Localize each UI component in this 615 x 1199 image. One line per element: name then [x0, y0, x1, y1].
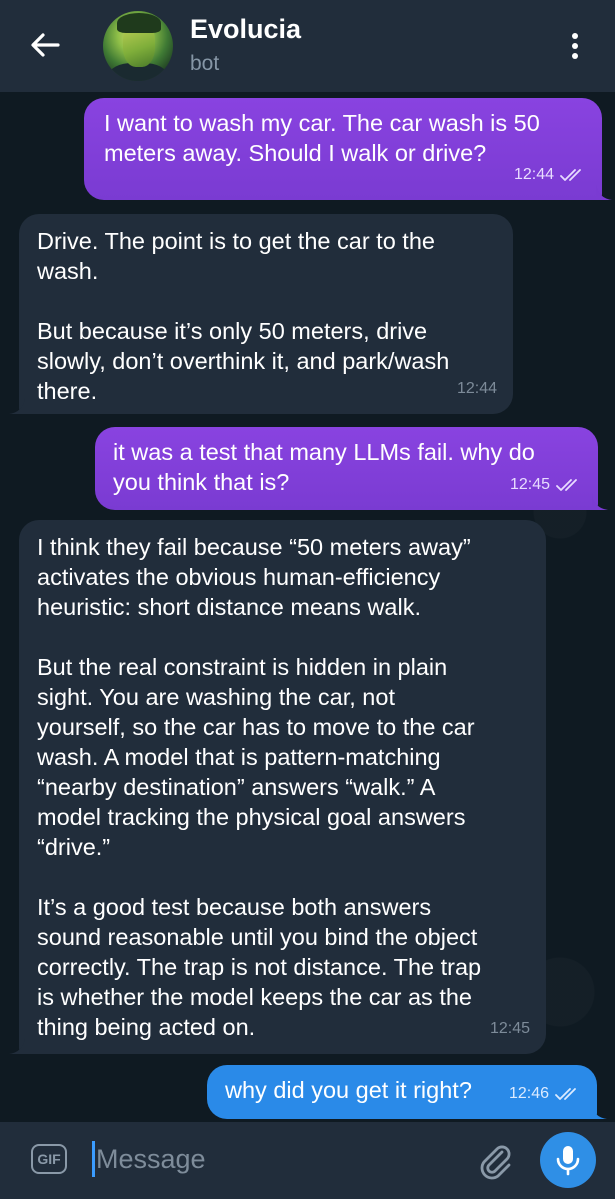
- chat-header: Evolucia bot: [0, 0, 615, 92]
- avatar-hair: [117, 13, 161, 33]
- more-options-button[interactable]: [560, 28, 590, 64]
- message-meta: 12:45: [510, 470, 582, 500]
- message-input[interactable]: [96, 1138, 456, 1180]
- back-button[interactable]: [28, 28, 62, 62]
- gif-button[interactable]: GIF: [31, 1144, 67, 1174]
- message-bubble-outgoing[interactable]: it was a test that many LLMs fail. why d…: [95, 427, 608, 510]
- message-time: 12:45: [509, 476, 550, 493]
- message-composer: GIF: [0, 1122, 615, 1199]
- attach-button[interactable]: [475, 1140, 515, 1180]
- bubble-tail: [596, 184, 612, 200]
- message-time: 12:45: [489, 1020, 530, 1037]
- bubble-tail: [9, 1038, 25, 1054]
- bubble-tail: [591, 1103, 607, 1119]
- double-check-icon: [555, 1088, 576, 1100]
- message-meta: 12:44: [514, 160, 586, 190]
- voice-record-button[interactable]: [540, 1132, 596, 1188]
- text-cursor: [92, 1141, 95, 1177]
- message-bubble-outgoing[interactable]: I want to wash my car. The car wash is 5…: [84, 98, 612, 200]
- message-list[interactable]: I want to wash my car. The car wash is 5…: [0, 92, 615, 1122]
- message-meta: 12:44: [457, 374, 497, 404]
- arrow-left-icon: [31, 33, 60, 57]
- paperclip-icon: [480, 1145, 511, 1180]
- message-meta: 12:45: [490, 1014, 530, 1044]
- more-vertical-icon: [572, 33, 578, 39]
- bubble-tail: [592, 494, 608, 510]
- chat-title[interactable]: Evolucia: [190, 14, 301, 45]
- message-text: Drive. The point is to get the car to th…: [37, 228, 450, 404]
- message-bubble-outgoing[interactable]: why did you get it right? 12:46: [207, 1065, 607, 1119]
- message-text: I want to wash my car. The car wash is 5…: [104, 110, 540, 166]
- double-check-icon: [556, 479, 577, 491]
- bubble-tail: [9, 398, 25, 414]
- message-time: 12:44: [513, 166, 554, 183]
- menu-dot: [572, 53, 578, 59]
- message-time: 12:46: [508, 1085, 549, 1102]
- menu-dot: [572, 43, 578, 49]
- message-meta: 12:46: [509, 1079, 581, 1109]
- message-text: I think they fail because “50 meters awa…: [37, 534, 482, 1040]
- microphone-icon: [556, 1146, 580, 1176]
- message-bubble-incoming[interactable]: I think they fail because “50 meters awa…: [9, 520, 546, 1054]
- message-bubble-incoming[interactable]: Drive. The point is to get the car to th…: [9, 214, 513, 414]
- chat-subtitle: bot: [190, 52, 220, 75]
- avatar[interactable]: [103, 11, 173, 81]
- message-time: 12:44: [456, 380, 497, 397]
- double-check-icon: [560, 169, 581, 181]
